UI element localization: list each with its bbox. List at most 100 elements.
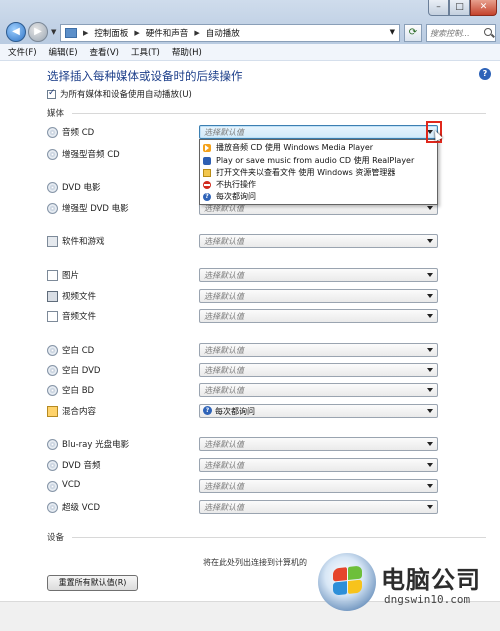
select-value: 选择默认值: [204, 312, 244, 321]
media-row-dvd-audio: DVD 音频 选择默认值: [47, 458, 487, 473]
realplayer-icon: [203, 157, 211, 165]
cd-icon: [47, 385, 58, 396]
maximize-button[interactable]: □: [449, 0, 470, 16]
menu-view[interactable]: 查看(V): [90, 46, 119, 58]
close-button[interactable]: ✕: [470, 0, 497, 16]
select-value: 选择默认值: [204, 440, 244, 449]
select-value: 选择默认值: [204, 346, 244, 355]
search-input[interactable]: [427, 25, 481, 41]
stop-icon: [203, 181, 211, 189]
action-select[interactable]: 选择默认值: [199, 479, 438, 493]
refresh-icon: ⟳: [408, 27, 418, 38]
media-label: DVD 电影: [62, 183, 101, 193]
media-label: DVD 音频: [62, 461, 101, 471]
bluray-icon: [47, 439, 58, 450]
option-label: 播放音频 CD 使用 Windows Media Player: [216, 143, 374, 152]
recent-pages-chevron-icon[interactable]: ▼: [51, 28, 56, 36]
action-select[interactable]: 选择默认值: [199, 458, 438, 472]
media-label: 空白 BD: [62, 386, 95, 396]
music-icon: [47, 311, 58, 322]
minimize-button[interactable]: –: [428, 0, 449, 16]
dropdown-option-open-folder[interactable]: 打开文件夹以查看文件 使用 Windows 资源管理器: [200, 167, 437, 179]
action-select[interactable]: 选择默认值: [199, 289, 438, 303]
breadcrumb-separator-icon[interactable]: ▶: [83, 29, 88, 37]
action-select[interactable]: 选择默认值: [199, 363, 438, 377]
chevron-down-icon[interactable]: [427, 484, 433, 488]
action-select[interactable]: 选择默认值: [199, 268, 438, 282]
help-icon[interactable]: ?: [479, 68, 491, 80]
autoplay-checkbox-row[interactable]: 为所有媒体和设备使用自动播放(U): [47, 88, 192, 100]
dropdown-option-realplayer[interactable]: Play or save music from audio CD 使用 Real…: [200, 155, 437, 167]
action-select[interactable]: 选择默认值: [199, 343, 438, 357]
media-row-audio-cd: 音频 CD 选择默认值: [47, 125, 487, 140]
menu-tools[interactable]: 工具(T): [131, 46, 160, 58]
chevron-down-icon[interactable]: [427, 442, 433, 446]
watermark-brand: 电脑公司: [381, 566, 481, 594]
chevron-down-icon[interactable]: [427, 463, 433, 467]
action-select[interactable]: 选择默认值: [199, 437, 438, 451]
back-button[interactable]: ◀: [6, 22, 26, 42]
chevron-down-icon[interactable]: [427, 348, 433, 352]
chevron-down-icon[interactable]: [427, 294, 433, 298]
breadcrumb-separator-icon[interactable]: ▶: [134, 29, 139, 37]
breadcrumb-separator-icon[interactable]: ▶: [194, 29, 199, 37]
menu-help[interactable]: 帮助(H): [172, 46, 202, 58]
breadcrumb-hardware-sound[interactable]: 硬件和声音: [146, 27, 189, 39]
breadcrumb-control-panel[interactable]: 控制面板: [94, 27, 128, 39]
dropdown-option-ask-every-time[interactable]: ? 每次都询问: [200, 191, 437, 203]
chevron-down-icon[interactable]: [427, 368, 433, 372]
address-dropdown-chevron-icon[interactable]: ▼: [390, 28, 395, 36]
search-icon[interactable]: [484, 28, 492, 36]
media-label: Blu-ray 光盘电影: [62, 440, 130, 450]
breadcrumb-autoplay[interactable]: 自动播放: [206, 27, 240, 39]
autoplay-checkbox[interactable]: [47, 88, 56, 99]
chevron-down-icon[interactable]: [427, 409, 433, 413]
media-row-super-vcd: 超级 VCD 选择默认值: [47, 500, 487, 515]
media-row-audio-files: 音频文件 选择默认值: [47, 309, 487, 324]
media-row-video-files: 视频文件 选择默认值: [47, 289, 487, 304]
page-title: 选择插入每种媒体或设备时的后续操作: [47, 69, 243, 83]
forward-arrow-icon: ▶: [34, 26, 42, 37]
select-value: 每次都询问: [215, 407, 255, 416]
action-select[interactable]: 选择默认值: [199, 125, 438, 139]
action-select[interactable]: 选择默认值: [199, 383, 438, 397]
media-row-blank-cd: 空白 CD 选择默认值: [47, 343, 487, 358]
refresh-button[interactable]: ⟳: [404, 24, 422, 42]
menu-bar: 文件(F) 编辑(E) 查看(V) 工具(T) 帮助(H): [0, 44, 500, 61]
media-label: 空白 DVD: [62, 366, 101, 376]
question-icon: ?: [203, 406, 212, 415]
address-bar[interactable]: ▶ 控制面板 ▶ 硬件和声音 ▶ 自动播放 ▼: [60, 24, 400, 42]
media-label: VCD: [62, 480, 81, 490]
section-divider: [72, 113, 486, 114]
media-section-heading: 媒体: [47, 109, 65, 119]
menu-file[interactable]: 文件(F): [8, 46, 37, 58]
media-row-blank-dvd: 空白 DVD 选择默认值: [47, 363, 487, 378]
forward-button[interactable]: ▶: [28, 22, 48, 42]
chevron-down-icon[interactable]: [427, 314, 433, 318]
chevron-down-icon[interactable]: [427, 273, 433, 277]
action-select[interactable]: 选择默认值: [199, 234, 438, 248]
option-label: Play or save music from audio CD 使用 Real…: [216, 156, 415, 165]
menu-edit[interactable]: 编辑(E): [49, 46, 78, 58]
chevron-down-icon[interactable]: [427, 239, 433, 243]
dropdown-option-wmp[interactable]: 播放音频 CD 使用 Windows Media Player: [200, 142, 437, 154]
search-box[interactable]: [426, 24, 496, 42]
video-icon: [47, 291, 58, 302]
media-label: 软件和游戏: [62, 237, 105, 247]
devices-section-heading: 设备: [47, 533, 65, 543]
dropdown-option-take-no-action[interactable]: 不执行操作: [200, 179, 437, 191]
chevron-down-icon[interactable]: [427, 206, 433, 210]
cd-icon: [47, 365, 58, 376]
action-select[interactable]: ? 每次都询问: [199, 404, 438, 418]
autoplay-checkbox-label[interactable]: 为所有媒体和设备使用自动播放(U): [60, 88, 192, 100]
cd-icon: [47, 345, 58, 356]
media-player-icon: [203, 144, 211, 152]
action-select[interactable]: 选择默认值: [199, 500, 438, 514]
media-label: 图片: [62, 271, 80, 281]
reset-defaults-button[interactable]: 重置所有默认值(R): [47, 575, 138, 591]
chevron-down-icon[interactable]: [427, 505, 433, 509]
cd-icon: [47, 149, 58, 160]
chevron-down-icon[interactable]: [427, 388, 433, 392]
software-icon: [47, 236, 58, 247]
action-select[interactable]: 选择默认值: [199, 309, 438, 323]
